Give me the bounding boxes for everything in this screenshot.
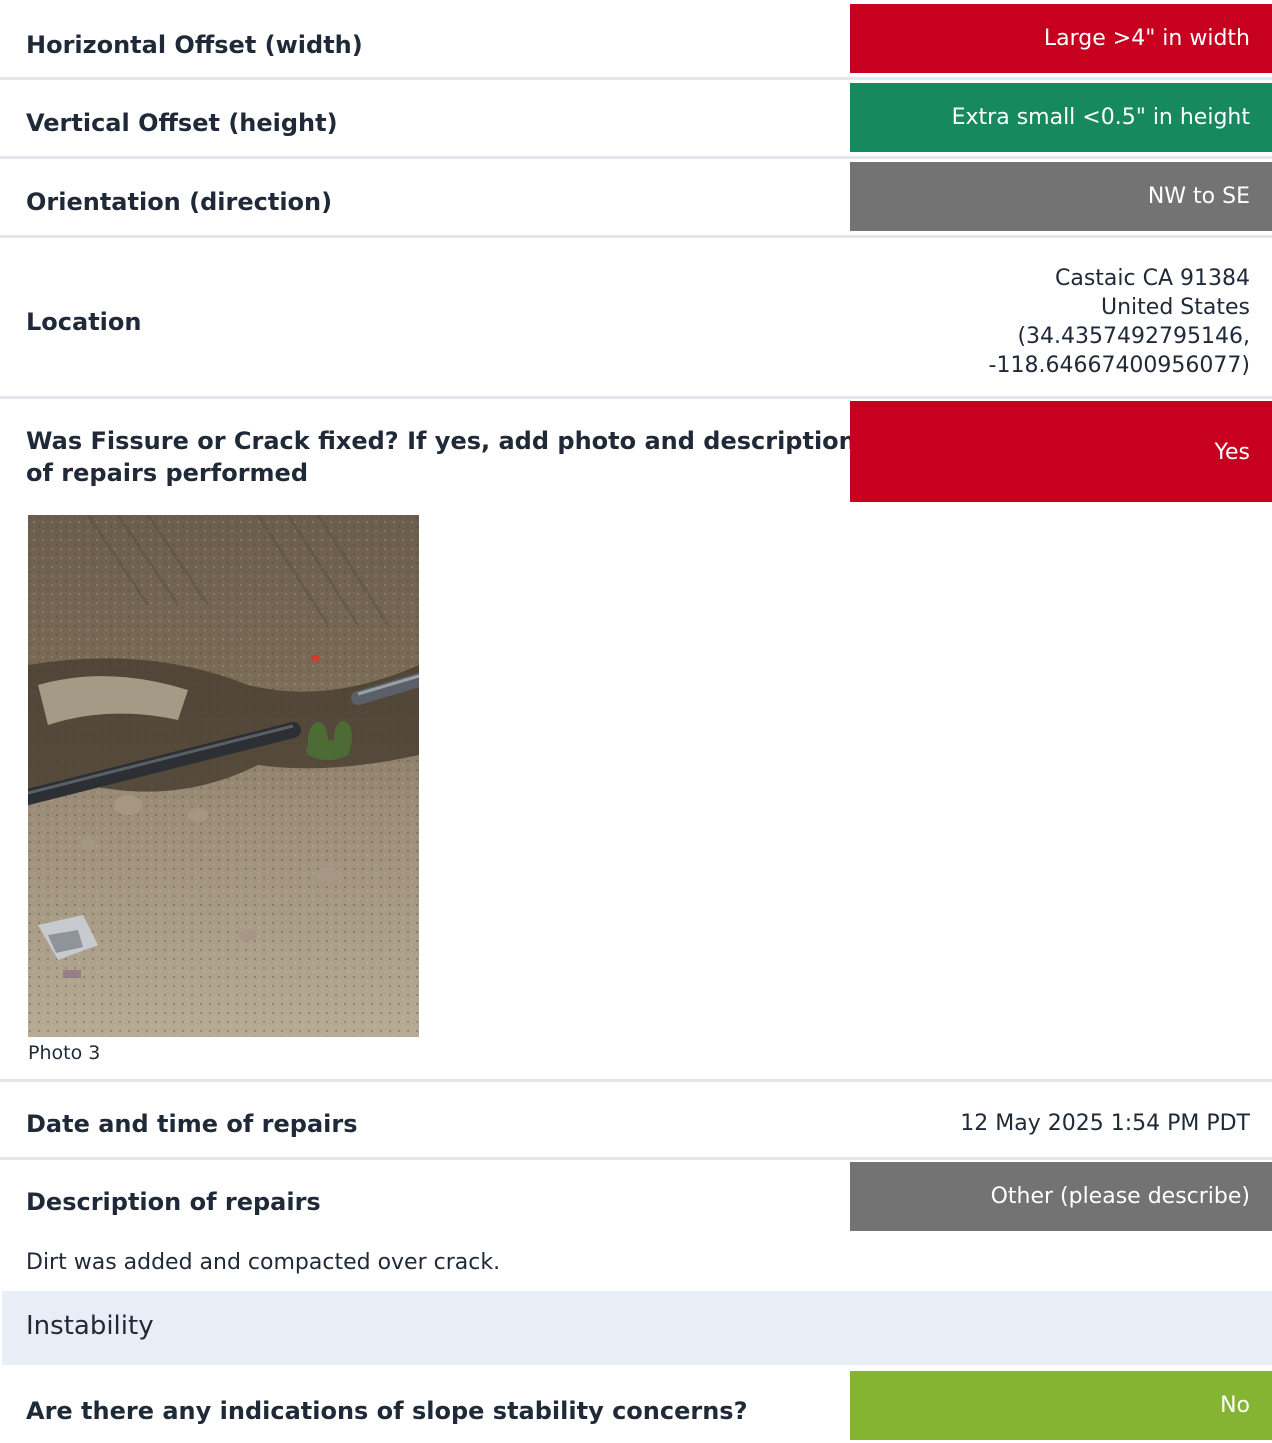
repair-description-note: Dirt was added and compacted over crack. [26, 1250, 501, 1275]
vertical-offset-label: Vertical Offset (height) [26, 109, 338, 137]
inspection-report-page: Horizontal Offset (width) Large >4" in w… [0, 0, 1272, 1443]
location-label: Location [26, 308, 142, 336]
horizontal-offset-label: Horizontal Offset (width) [26, 31, 363, 59]
row-divider [0, 396, 1272, 399]
row-divider [0, 156, 1272, 159]
location-line: United States [1101, 295, 1250, 320]
fissure-fixed-value: Yes [1214, 440, 1250, 465]
repair-photo[interactable] [28, 515, 419, 1037]
fissure-fixed-label: Was Fissure or Crack fixed? If yes, add … [26, 425, 856, 489]
repair-description-value-badge: Other (please describe) [850, 1162, 1272, 1231]
photo-caption: Photo 3 [28, 1042, 101, 1064]
vertical-offset-value-badge: Extra small <0.5" in height [850, 83, 1272, 152]
fissure-fixed-label-line: of repairs performed [26, 459, 308, 487]
slope-stability-value-badge: No [850, 1371, 1272, 1440]
orientation-value: NW to SE [1147, 184, 1250, 209]
location-line: -118.64667400956077) [988, 353, 1250, 378]
vertical-offset-value: Extra small <0.5" in height [951, 105, 1250, 130]
orientation-label: Orientation (direction) [26, 188, 333, 216]
repair-date-value: 12 May 2025 1:54 PM PDT [960, 1111, 1250, 1136]
repair-date-label: Date and time of repairs [26, 1110, 358, 1138]
slope-stability-label: Are there any indications of slope stabi… [26, 1397, 748, 1425]
fissure-fixed-value-badge: Yes [850, 401, 1272, 502]
row-divider [0, 235, 1272, 238]
row-divider [0, 77, 1272, 80]
repair-description-label: Description of repairs [26, 1188, 321, 1216]
horizontal-offset-value: Large >4" in width [1043, 26, 1250, 51]
section-title: Instability [26, 1311, 154, 1341]
row-divider [0, 1079, 1272, 1082]
orientation-value-badge: NW to SE [850, 162, 1272, 231]
slope-stability-value: No [1220, 1393, 1250, 1418]
location-line: Castaic CA 91384 [1054, 266, 1250, 291]
location-value: Castaic CA 91384 United States (34.43574… [989, 264, 1250, 380]
fissure-fixed-label-line: Was Fissure or Crack fixed? If yes, add … [26, 427, 856, 455]
location-line: (34.4357492795146, [1017, 324, 1250, 349]
horizontal-offset-value-badge: Large >4" in width [850, 4, 1272, 73]
repair-description-value: Other (please describe) [990, 1184, 1250, 1209]
section-header-instability: Instability [2, 1291, 1272, 1365]
